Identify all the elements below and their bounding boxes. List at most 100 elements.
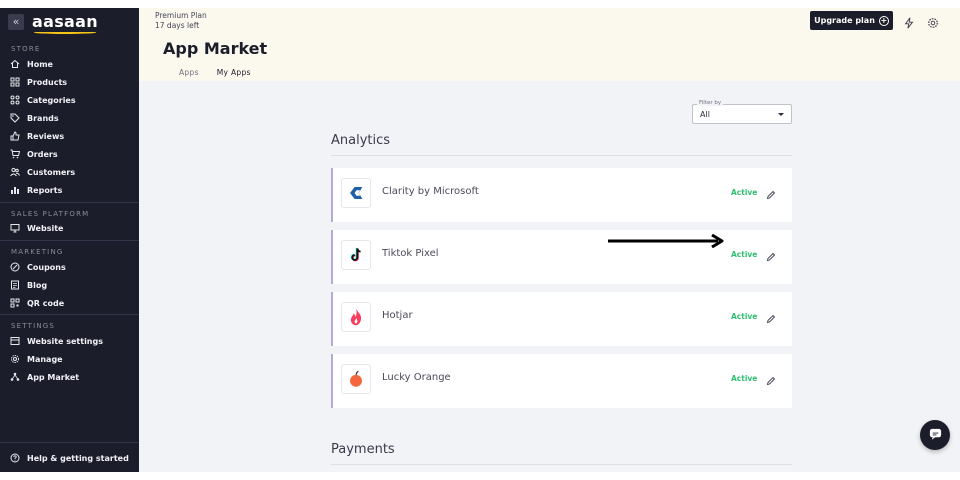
arrow-icon [608,233,726,249]
lucky-orange-icon [341,364,371,394]
sidebar-item-coupons[interactable]: Coupons [10,260,66,274]
gear-icon [10,354,20,364]
sidebar-item-home[interactable]: Home [10,57,53,71]
sidebar-item-website[interactable]: Website [10,221,63,235]
app-card[interactable]: Lucky Orange Active [331,354,792,408]
sidebar-item-website-settings[interactable]: Website settings [10,334,103,348]
sidebar-divider [0,240,139,241]
sidebar: « aasaan STORE Home Products Categories … [0,8,139,472]
sidebar-item-label: QR code [27,298,65,308]
sidebar-item-qr-code[interactable]: QR code [10,296,64,310]
app-card[interactable]: Hotjar Active [331,292,792,346]
status-badge: Active [731,188,758,197]
plan-name: Premium Plan [155,11,207,20]
filter-label: Filter by [697,100,724,106]
sidebar-item-label: Help & getting started [27,453,129,463]
cart-icon [10,149,20,159]
sidebar-divider [0,202,139,203]
sidebar-item-app-market[interactable]: App Market [10,370,79,384]
sidebar-item-reports[interactable]: Reports [10,183,62,197]
app-name: Lucky Orange [382,372,451,383]
sidebar-item-products[interactable]: Products [10,75,67,89]
sidebar-item-label: Reviews [27,131,65,141]
sidebar-item-categories[interactable]: Categories [10,93,76,107]
gear-icon[interactable] [927,14,939,28]
sidebar-item-help[interactable]: Help & getting started [10,451,129,465]
app-name: Tiktok Pixel [382,248,439,259]
collapse-sidebar-button[interactable]: « [8,13,24,30]
hotjar-icon [341,302,371,332]
sidebar-item-customers[interactable]: Customers [10,165,75,179]
plus-circle-icon: + [878,15,889,26]
sidebar-item-manage[interactable]: Manage [10,352,63,366]
users-icon [10,167,20,177]
sidebar-item-label: App Market [27,372,80,382]
monitor-icon [10,223,20,233]
chat-icon [928,426,943,445]
logo-text: aasaan [32,12,98,31]
filter-select[interactable]: Filter by All [692,100,792,124]
sidebar-divider [0,442,139,443]
edit-icon[interactable] [765,372,777,386]
sidebar-item-reviews[interactable]: Reviews [10,129,64,143]
lightning-icon[interactable] [903,14,915,29]
grid-icon [10,77,20,87]
section-title-store: STORE [11,45,41,53]
sidebar-item-label: Manage [27,354,63,364]
status-badge: Active [731,312,758,321]
sidebar-item-blog[interactable]: Blog [10,278,47,292]
chevron-down-icon [778,113,784,116]
sidebar-item-label: Coupons [27,262,66,272]
app-name: Clarity by Microsoft [382,186,479,197]
sidebar-item-label: Home [27,59,53,69]
qr-code-icon [10,298,20,308]
logo-swoosh [34,31,96,34]
logo[interactable]: aasaan [32,12,98,34]
app-card[interactable]: Clarity by Microsoft Active [331,168,792,222]
sidebar-item-label: Reports [27,185,63,195]
coupon-icon [10,262,20,272]
section-divider [331,464,792,465]
plan-remaining: 17 days left [155,21,200,30]
sidebar-item-label: Brands [27,113,59,123]
edit-icon[interactable] [765,186,777,200]
upgrade-plan-label: Upgrade plan [814,16,875,25]
bar-chart-icon [10,185,20,195]
sidebar-item-orders[interactable]: Orders [10,147,58,161]
sidebar-item-brands[interactable]: Brands [10,111,59,125]
sidebar-item-label: Website settings [27,336,103,346]
page-title: App Market [163,39,268,58]
sidebar-item-label: Customers [27,167,76,177]
section-divider [331,155,792,156]
section-heading-analytics: Analytics [331,133,391,148]
categories-icon [10,95,20,105]
help-icon [10,453,20,463]
sidebar-divider [0,314,139,315]
sidebar-item-label: Orders [27,149,58,159]
brand: « aasaan [8,12,98,34]
section-title-sales-platform: SALES PLATFORM [11,210,90,218]
app-market-icon [10,372,20,382]
page-header: Premium Plan 17 days left App Market App… [139,8,960,83]
status-badge: Active [731,250,758,259]
website-settings-icon [10,336,20,346]
sidebar-item-label: Products [27,77,68,87]
thumbs-up-icon [10,131,20,141]
tag-icon [10,113,20,123]
edit-icon[interactable] [765,248,777,262]
upgrade-plan-button[interactable]: Upgrade plan + [810,11,893,30]
document-icon [10,280,20,290]
filter-value: All [700,110,710,119]
app-window: « aasaan STORE Home Products Categories … [0,0,960,480]
app-name: Hotjar [382,310,413,321]
clarity-icon [341,178,371,208]
main-content: Filter by All Analytics Clarity by Micro… [139,81,960,472]
edit-icon[interactable] [765,310,777,324]
plan-info: Premium Plan 17 days left [155,11,207,31]
tiktok-icon [341,240,371,270]
chat-button[interactable] [920,420,950,450]
home-icon [10,59,20,69]
section-heading-payments: Payments [331,442,395,457]
sidebar-item-label: Categories [27,95,76,105]
section-title-marketing: MARKETING [11,248,64,256]
